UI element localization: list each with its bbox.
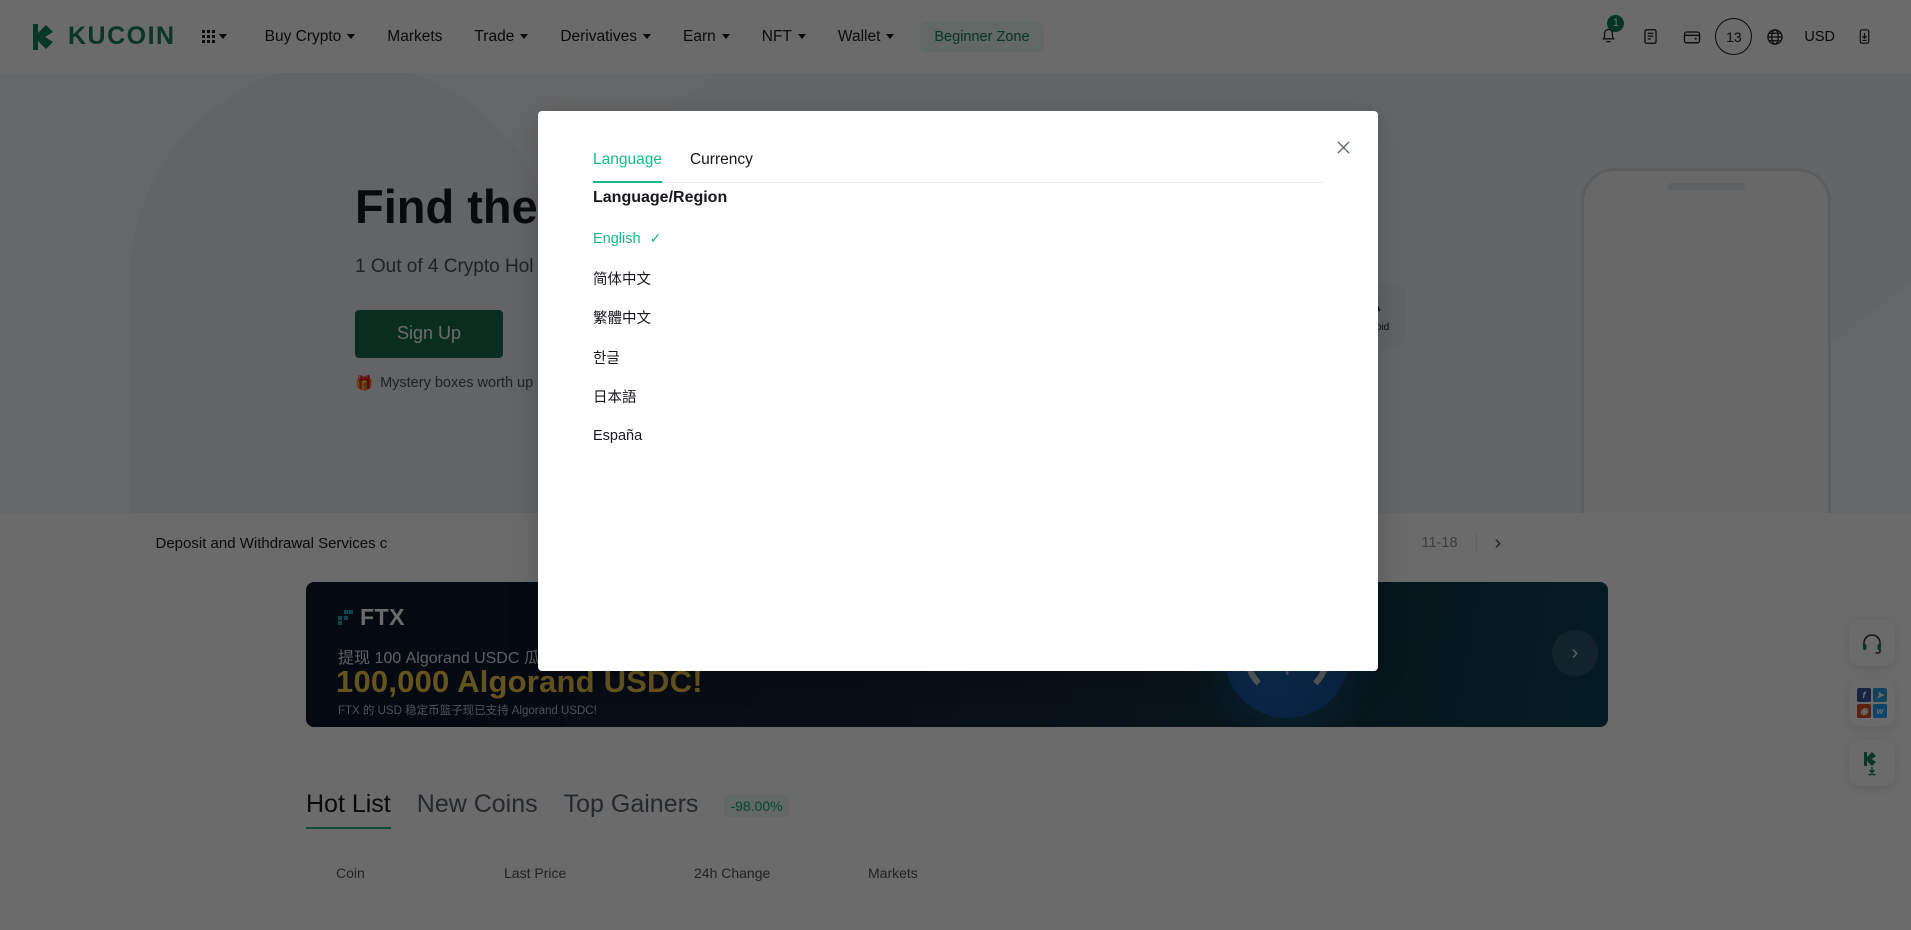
language-option-simplified-chinese[interactable]: 简体中文 (593, 259, 1323, 299)
language-option-english[interactable]: English ✓ (593, 219, 1323, 259)
close-button[interactable] (1332, 136, 1354, 158)
language-option-japanese[interactable]: 日本語 (593, 377, 1323, 417)
language-currency-modal: Language Currency Language/Region Englis… (538, 111, 1378, 671)
language-label: 繁體中文 (593, 307, 651, 328)
language-label: 한글 (593, 347, 620, 368)
language-label: 简体中文 (593, 268, 651, 289)
language-label: English (593, 231, 641, 247)
language-label: España (593, 428, 642, 444)
modal-tabs: Language Currency (593, 151, 1323, 183)
language-option-korean[interactable]: 한글 (593, 338, 1323, 378)
tab-language[interactable]: Language (593, 151, 662, 182)
close-icon (1336, 140, 1351, 155)
section-title-language-region: Language/Region (593, 189, 727, 207)
tab-currency[interactable]: Currency (690, 151, 753, 182)
language-option-traditional-chinese[interactable]: 繁體中文 (593, 298, 1323, 338)
language-list: English ✓ 简体中文 繁體中文 한글 日本語 España (593, 219, 1323, 456)
language-option-spanish[interactable]: España (593, 417, 1323, 457)
page-root: KUCOIN Buy Crypto Markets Trade (0, 0, 1911, 930)
check-icon: ✓ (650, 230, 662, 247)
language-label: 日本語 (593, 386, 637, 407)
